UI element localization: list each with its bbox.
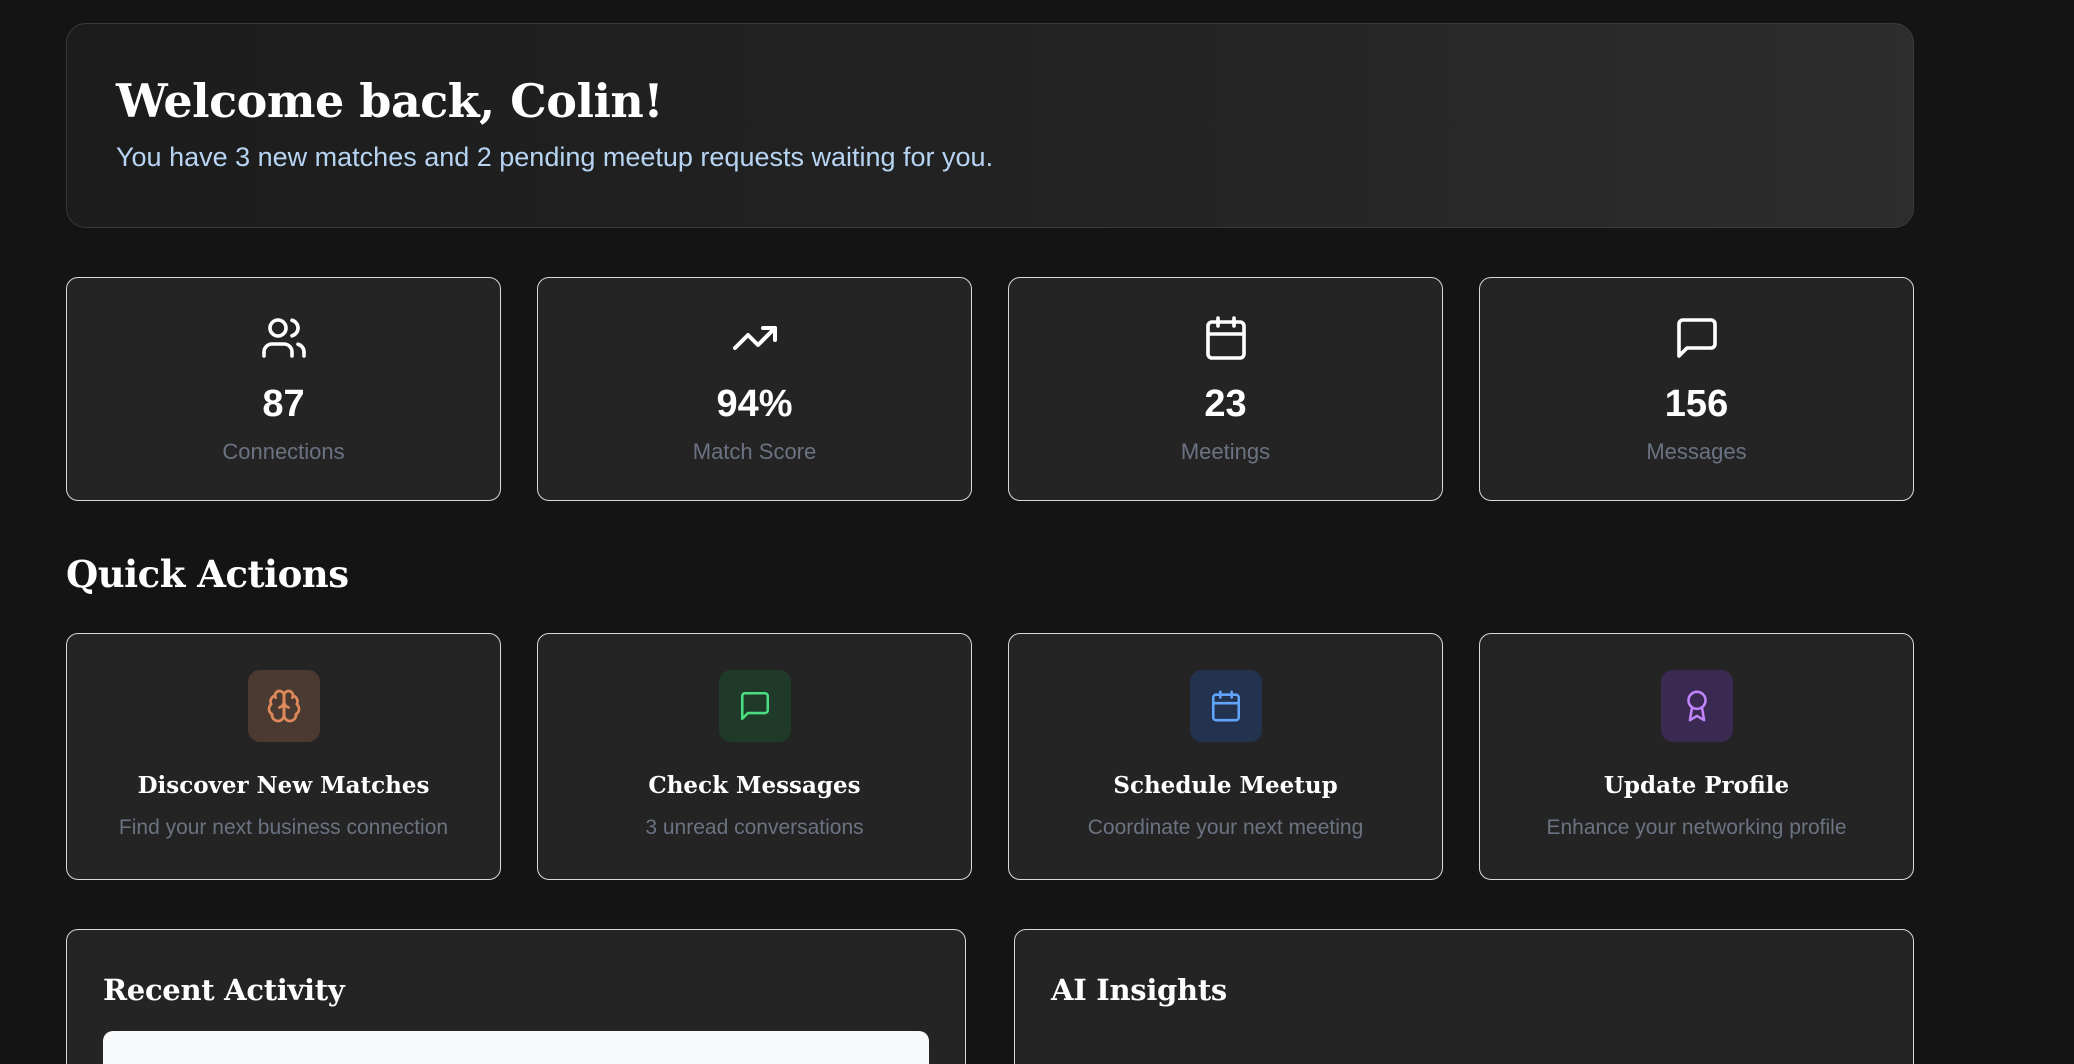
activity-item[interactable] xyxy=(103,1031,929,1064)
action-description: Coordinate your next meeting xyxy=(1087,816,1364,839)
welcome-banner: Welcome back, Colin! You have 3 new matc… xyxy=(66,23,1914,228)
stat-value: 94% xyxy=(716,383,793,425)
dashboard-page: Welcome back, Colin! You have 3 new matc… xyxy=(0,0,2074,1064)
action-description: Enhance your networking profile xyxy=(1546,816,1847,839)
welcome-heading: Welcome back, Colin! xyxy=(116,74,664,128)
trending-up-icon xyxy=(538,314,971,362)
stat-card-meetings: 23 Meetings xyxy=(1008,277,1443,501)
welcome-subtitle: You have 3 new matches and 2 pending mee… xyxy=(116,142,994,172)
recent-activity-title: Recent Activity xyxy=(103,973,345,1007)
message-square-icon xyxy=(1480,314,1913,362)
stat-value: 23 xyxy=(1204,383,1247,425)
users-icon xyxy=(67,314,500,362)
calendar-icon xyxy=(1190,670,1262,742)
check-messages-button[interactable]: Check Messages 3 unread conversations xyxy=(537,633,972,880)
quick-actions-grid: Discover New Matches Find your next busi… xyxy=(66,633,1914,880)
quick-actions-title: Quick Actions xyxy=(66,552,349,596)
stat-label: Messages xyxy=(1646,439,1747,464)
discover-matches-button[interactable]: Discover New Matches Find your next busi… xyxy=(66,633,501,880)
stat-card-connections: 87 Connections xyxy=(66,277,501,501)
stat-card-messages: 156 Messages xyxy=(1479,277,1914,501)
schedule-meetup-button[interactable]: Schedule Meetup Coordinate your next mee… xyxy=(1008,633,1443,880)
action-title: Update Profile xyxy=(1603,772,1790,799)
stat-value: 87 xyxy=(262,383,305,425)
action-title: Check Messages xyxy=(648,772,861,799)
stat-value: 156 xyxy=(1664,383,1729,425)
brain-icon xyxy=(248,670,320,742)
action-title: Schedule Meetup xyxy=(1113,772,1338,799)
recent-activity-panel: Recent Activity xyxy=(66,929,966,1064)
stats-row: 87 Connections 94% Match Score 23 Meetin… xyxy=(66,277,1914,501)
stat-label: Connections xyxy=(222,439,345,464)
stat-card-match-score: 94% Match Score xyxy=(537,277,972,501)
award-icon xyxy=(1661,670,1733,742)
action-description: 3 unread conversations xyxy=(645,816,864,839)
stat-label: Match Score xyxy=(692,439,817,464)
ai-insights-title: AI Insights xyxy=(1051,973,1227,1007)
calendar-icon xyxy=(1009,314,1442,362)
action-title: Discover New Matches xyxy=(137,772,430,799)
stat-label: Meetings xyxy=(1180,439,1271,464)
ai-insights-panel: AI Insights xyxy=(1014,929,1914,1064)
update-profile-button[interactable]: Update Profile Enhance your networking p… xyxy=(1479,633,1914,880)
message-square-icon xyxy=(719,670,791,742)
action-description: Find your next business connection xyxy=(118,816,449,839)
